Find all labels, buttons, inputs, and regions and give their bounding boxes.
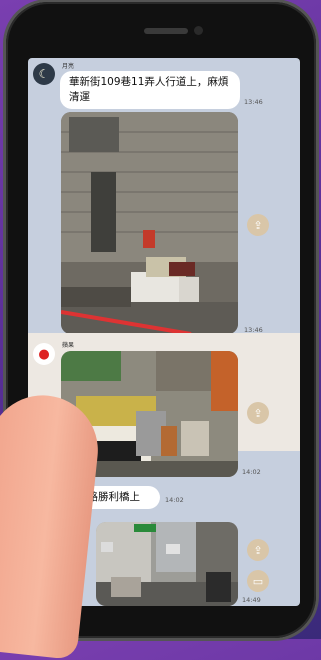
message-time: 14:02	[165, 496, 184, 504]
message-time: 13:46	[244, 98, 263, 106]
share-icon[interactable]: ⇪	[247, 402, 269, 424]
expand-icon[interactable]: ▭	[247, 570, 269, 592]
message-time: 14:02	[242, 468, 261, 476]
street-photo	[96, 522, 238, 606]
photo-message[interactable]	[61, 112, 238, 334]
crescent-moon-icon[interactable]: ☾	[33, 63, 55, 85]
message-bubble[interactable]: 華新街109巷11弄人行道上，麻煩清運	[60, 71, 240, 109]
phone-speaker	[144, 28, 188, 34]
street-trash-photo	[61, 112, 238, 334]
photo-message[interactable]	[96, 522, 238, 606]
phone-camera	[194, 26, 203, 35]
message-time: 14:49	[242, 596, 261, 604]
sender-name: 蘋果	[62, 342, 75, 349]
apple-icon[interactable]: ●	[33, 343, 55, 365]
sender-name: 月亮	[62, 63, 75, 70]
share-icon[interactable]: ⇪	[247, 214, 269, 236]
share-icon[interactable]: ⇪	[247, 539, 269, 561]
